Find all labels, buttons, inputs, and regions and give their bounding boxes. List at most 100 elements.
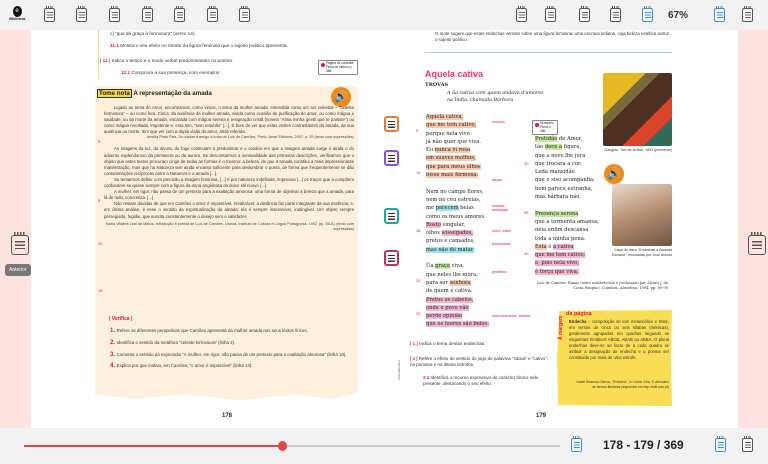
image-caption: Gauguin, Two de la fleur, 1891 (pormenor…: [604, 148, 672, 152]
toolbar-notes-icon-active[interactable]: [714, 6, 725, 22]
zoom-level[interactable]: 67%: [668, 10, 688, 21]
question-2: Refere o efeito de sentido do jogo de pa…: [410, 356, 548, 368]
highlighted-word[interactable]: parecem: [435, 205, 459, 212]
notes-icon[interactable]: [742, 436, 753, 452]
poem-text: Nem no campo flores,: [426, 188, 484, 195]
top-toolbar: e Wikiletras 67%: [0, 0, 768, 30]
highlighted-word[interactable]: que me tem cativo,: [426, 122, 477, 129]
question-11-1: Mostra o seu efeito no retrato da figura…: [120, 43, 288, 48]
highlighted-word[interactable]: a cativa: [553, 243, 574, 250]
reference-badge[interactable]: Página de consulta Ficha de verbos p. 36…: [318, 60, 358, 76]
highlighted-word[interactable]: sossegados,: [441, 230, 473, 237]
highlighted-word[interactable]: é força que viva.: [535, 268, 579, 275]
toolbar-notes-icon[interactable]: [44, 6, 55, 22]
right-margin: [738, 30, 768, 428]
intro-text: O mote sugere que estas endechas versam …: [435, 31, 670, 42]
verifica-text: Comenta o sentido da expressão “A mulher…: [116, 351, 347, 357]
q-number: 2.1: [423, 375, 430, 380]
poem-line: [426, 254, 489, 262]
toolbar-notes-icon[interactable]: [516, 6, 527, 22]
highlighted-word[interactable]: Rosto: [426, 221, 441, 228]
q-number: 12.1: [121, 70, 131, 75]
logo-icon: e: [12, 6, 22, 17]
highlighted-word[interactable]: mas não de matar.: [426, 246, 475, 253]
poem-text: que a neve lhe jura: [535, 152, 586, 159]
highlighted-word[interactable]: Pretidão: [535, 136, 558, 142]
highlighted-word[interactable]: em suaves molhos,: [426, 155, 476, 162]
highlighted-word[interactable]: Pretos os cabelos,: [426, 296, 474, 303]
toolbar-notes-icon[interactable]: [610, 6, 621, 22]
app-logo[interactable]: e Wikiletras: [9, 6, 26, 21]
gloss: tempestade: [492, 242, 511, 246]
highlighted-word[interactable]: e, pois nela vivo,: [535, 260, 579, 267]
paragraph: Ligado ao tema do Amor, encontramos, com…: [104, 105, 354, 135]
page-number: 179: [536, 413, 547, 419]
poem-text: nela enfim descansa: [535, 227, 589, 234]
glossary-badge[interactable]: Glossário Ficha p. 366: [532, 120, 558, 136]
highlighted-word[interactable]: perde opinião: [426, 313, 463, 320]
toolbar-notes-icon[interactable]: [545, 6, 556, 22]
poem-genre: TROVAS: [425, 82, 449, 88]
highlighted-word[interactable]: Presença serena: [535, 210, 579, 217]
toolbar-notes-icon-active[interactable]: [642, 6, 653, 22]
toolbar-notes-icon[interactable]: [142, 6, 153, 22]
poem-line: [535, 201, 599, 209]
toolbar-notes-icon[interactable]: [109, 6, 120, 22]
toolbar-notes-icon[interactable]: [76, 6, 87, 22]
line-number: 10: [98, 241, 103, 246]
highlighted-word[interactable]: que me tem cativo;: [535, 252, 586, 259]
audio-speaker-icon[interactable]: 🔊: [604, 164, 624, 184]
page-number: 178: [222, 413, 233, 419]
verifica-number: 3.: [110, 351, 117, 358]
highlighted-word[interactable]: senhora: [449, 279, 471, 286]
highlighted-word[interactable]: que os louros são belos.: [426, 321, 489, 328]
q-number: | 1 |: [410, 341, 418, 346]
poem-line: Pretidão de Amor,: [535, 135, 599, 143]
notes-icon-pink[interactable]: [384, 250, 399, 266]
next-spread-icon[interactable]: [715, 436, 726, 452]
margin-source: Isabel Bisseaux Barros, “Endecha”, in Ca…: [576, 380, 669, 389]
previous-page-icon[interactable]: [11, 232, 29, 255]
verifica-number: 4.: [110, 363, 117, 370]
highlighted-word[interactable]: graça: [435, 263, 451, 270]
toolbar-notes-icon[interactable]: [579, 6, 590, 22]
highlighted-word[interactable]: que para meus olhos: [426, 163, 481, 170]
next-page-icon[interactable]: [748, 232, 766, 255]
gloss: gentileza: [492, 270, 507, 274]
poem-text: como os meus amores.: [426, 213, 486, 220]
verifica-text: Explica por que motivo, em Camões, “o am…: [116, 363, 253, 369]
toolbar-notes-icon[interactable]: [239, 6, 250, 22]
audio-speaker-icon[interactable]: 🔊: [331, 87, 351, 107]
toolbar-notes-icon[interactable]: [207, 6, 218, 22]
poem-line: como os meus amores.: [426, 213, 489, 221]
poem-line: é força que viva.: [535, 268, 599, 276]
highlighted-word[interactable]: fosse mais fermosa.: [426, 172, 478, 179]
poem-line: tão doce a figura,: [535, 143, 599, 151]
poem-text: Eu: [426, 147, 435, 154]
toolbar-notes-icon[interactable]: [742, 6, 753, 22]
notes-icon-orange[interactable]: [384, 116, 399, 132]
verifica-heading: | Verifica |: [109, 316, 133, 322]
gloss: escrava: [492, 120, 505, 124]
poem-title: Aquela cativa: [425, 69, 484, 79]
line-number: 20: [416, 278, 421, 283]
highlighted-word[interactable]: onde o povo vão: [426, 304, 469, 311]
slider-thumb[interactable]: [278, 441, 288, 451]
notes-icon-teal[interactable]: [384, 208, 399, 224]
notes-icon-purple[interactable]: [384, 150, 399, 166]
previous-spread-icon[interactable]: [571, 436, 582, 452]
poem-line: bem parece estranha,: [535, 185, 599, 193]
highlighted-word[interactable]: Esta: [535, 243, 547, 250]
highlighted-word[interactable]: Aquela cativa,: [426, 114, 464, 120]
highlighted-word[interactable]: doce a: [544, 144, 563, 151]
poem-text: belas: [458, 205, 474, 212]
highlighted-word[interactable]: nunca vi rosa: [434, 147, 471, 154]
poem-text: Leda mansidão: [535, 169, 575, 176]
poem-line: que o siso acompanha;: [535, 176, 599, 184]
q-number: | 12 |: [100, 58, 111, 63]
previous-tooltip: Anterior: [5, 264, 31, 276]
poem-line: pretos e cansados,: [426, 237, 489, 245]
page-slider[interactable]: [24, 441, 560, 451]
left-margin: [0, 30, 31, 428]
toolbar-notes-icon[interactable]: [174, 6, 185, 22]
